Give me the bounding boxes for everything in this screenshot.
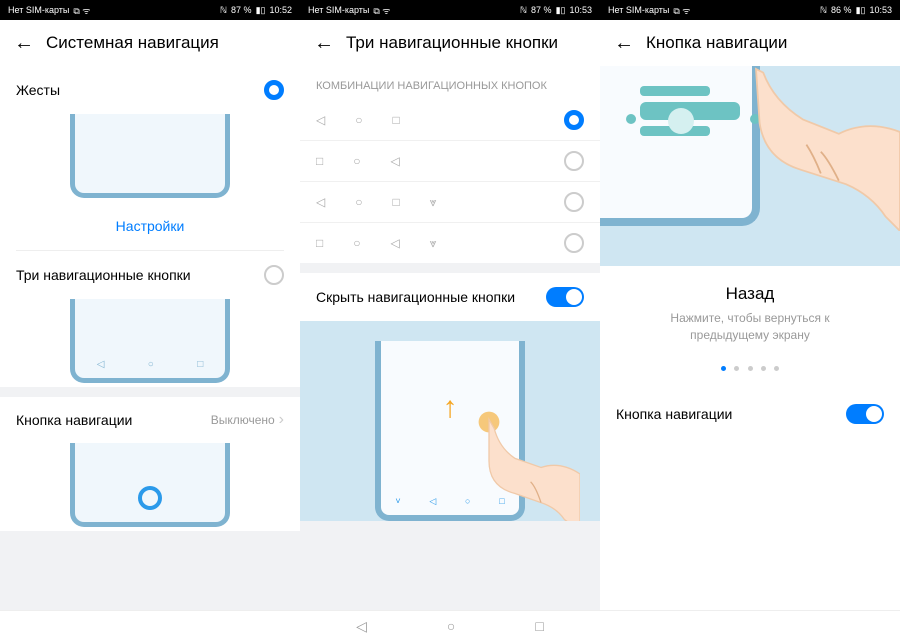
tutorial-title: Назад: [600, 266, 900, 310]
tutorial-description: Нажмите, чтобы вернуться к предыдущему э…: [600, 310, 900, 344]
sim-status: Нет SIM-карты: [8, 5, 69, 15]
back-triangle-icon: ◁: [391, 236, 400, 251]
illustration-nav-dock: [0, 443, 300, 531]
recent-square-icon: □: [392, 113, 399, 127]
battery-icon: ▮▯: [556, 5, 566, 16]
battery-icon: ▮▯: [256, 5, 266, 16]
clock: 10:53: [569, 5, 592, 15]
bottom-spacer: [0, 531, 300, 610]
nav-home-icon[interactable]: ○: [447, 618, 455, 634]
nav-recent-icon[interactable]: □: [535, 618, 543, 634]
illustration-three-buttons: ◁○□: [0, 299, 300, 387]
sim-status: Нет SIM-карты: [308, 5, 369, 15]
battery-percent: 87 %: [231, 5, 252, 15]
back-icon[interactable]: ←: [614, 32, 634, 55]
nfc-icon: ℕ: [220, 5, 227, 16]
bottom-spacer: [300, 521, 600, 610]
statusbar: Нет SIM-карты ⧉ ᯤ ℕ 87 % ▮▯10:53: [300, 0, 600, 20]
chevron-right-icon: ›: [279, 411, 284, 429]
combo-option-4[interactable]: □ ○ ◁ ⩔: [300, 223, 600, 263]
option-label: Три навигационные кнопки: [16, 267, 191, 283]
combo-option-2[interactable]: □ ○ ◁: [300, 141, 600, 181]
dot-active: [721, 366, 726, 371]
dot: [774, 366, 779, 371]
wifi-icon: ⧉ ᯤ: [373, 4, 390, 17]
header: ← Кнопка навигации: [600, 20, 900, 66]
section-header: КОМБИНАЦИИ НАВИГАЦИОННЫХ КНОПОК: [300, 66, 600, 100]
radio-selected-icon: [264, 80, 284, 100]
sim-status: Нет SIM-карты: [608, 5, 669, 15]
dropdown-icon: ⩔: [430, 236, 437, 251]
back-triangle-icon: ◁: [316, 113, 325, 127]
recent-square-icon: □: [316, 236, 323, 251]
hide-nav-label: Скрыть навигационные кнопки: [316, 289, 515, 305]
radio-unselected-icon: [564, 151, 584, 171]
header: ← Три навигационные кнопки: [300, 20, 600, 66]
nfc-icon: ℕ: [520, 5, 527, 16]
radio-selected-icon: [564, 110, 584, 130]
option-status: Выключено: [211, 413, 275, 427]
statusbar: Нет SIM-карты ⧉ ᯤ ℕ 86 % ▮▯10:53: [600, 0, 900, 20]
page-title: Кнопка навигации: [646, 33, 787, 53]
illustration-gestures: [0, 114, 300, 202]
illustration-swipe-up: ↑ ˅◁○□: [300, 321, 600, 521]
nav-back-icon[interactable]: ◁: [356, 618, 367, 635]
page-title: Системная навигация: [46, 33, 219, 53]
back-icon[interactable]: ←: [14, 32, 34, 55]
radio-unselected-icon: [564, 192, 584, 212]
hand-pointer-icon: [450, 396, 580, 521]
header: ← Системная навигация: [0, 20, 300, 66]
combo-option-1[interactable]: ◁ ○ □: [300, 100, 600, 140]
option-nav-dock[interactable]: Кнопка навигации Выключено ›: [0, 397, 300, 443]
home-circle-icon: ○: [355, 113, 362, 127]
home-circle-icon: ○: [353, 154, 360, 168]
battery-percent: 87 %: [531, 5, 552, 15]
toggle-on[interactable]: [846, 404, 884, 424]
dot: [748, 366, 753, 371]
recent-square-icon: □: [392, 195, 399, 210]
screen-three-nav-buttons: Нет SIM-карты ⧉ ᯤ ℕ 87 % ▮▯10:53 ← Три нав…: [300, 0, 600, 610]
section-separator: [0, 387, 300, 397]
page-indicator: [600, 344, 900, 390]
radio-unselected-icon: [564, 233, 584, 253]
combo-option-3[interactable]: ◁ ○ □ ⩔: [300, 182, 600, 222]
dot: [734, 366, 739, 371]
hide-nav-row[interactable]: Скрыть навигационные кнопки: [300, 273, 600, 321]
home-circle-icon: ○: [355, 195, 362, 210]
battery-percent: 86 %: [831, 5, 852, 15]
recent-square-icon: □: [316, 154, 323, 168]
back-triangle-icon: ◁: [391, 154, 400, 168]
illustration-tap-back: [600, 66, 900, 266]
nav-dock-label: Кнопка навигации: [616, 406, 732, 422]
back-triangle-icon: ◁: [316, 195, 325, 210]
section-separator: [300, 263, 600, 273]
dropdown-icon: ⩔: [430, 195, 437, 210]
device-nav-bar: ◁ ○ □: [0, 610, 900, 641]
nav-dock-toggle-row[interactable]: Кнопка навигации: [600, 390, 900, 438]
option-three-buttons[interactable]: Три навигационные кнопки: [0, 251, 300, 299]
page-title: Три навигационные кнопки: [346, 33, 558, 53]
home-circle-icon: ○: [353, 236, 360, 251]
toggle-on[interactable]: [546, 287, 584, 307]
dot: [761, 366, 766, 371]
back-icon[interactable]: ←: [314, 32, 334, 55]
option-label: Кнопка навигации: [16, 412, 132, 428]
statusbar: Нет SIM-карты ⧉ ᯤ ℕ 87 % ▮▯10:52: [0, 0, 300, 20]
clock: 10:52: [269, 5, 292, 15]
radio-unselected-icon: [264, 265, 284, 285]
screen-system-navigation: Нет SIM-карты ⧉ ᯤ ℕ 87 % ▮▯10:52 ← Системн…: [0, 0, 300, 610]
wifi-icon: ⧉ ᯤ: [673, 4, 690, 17]
option-label: Жесты: [16, 82, 60, 98]
clock: 10:53: [869, 5, 892, 15]
wifi-icon: ⧉ ᯤ: [73, 4, 90, 17]
nfc-icon: ℕ: [820, 5, 827, 16]
hand-pointer-icon: [720, 66, 900, 236]
option-gestures[interactable]: Жесты: [0, 66, 300, 114]
battery-icon: ▮▯: [856, 5, 866, 16]
screen-nav-dock-tutorial: Нет SIM-карты ⧉ ᯤ ℕ 86 % ▮▯10:53 ← Кнопка …: [600, 0, 900, 610]
settings-link[interactable]: Настройки: [0, 202, 300, 250]
